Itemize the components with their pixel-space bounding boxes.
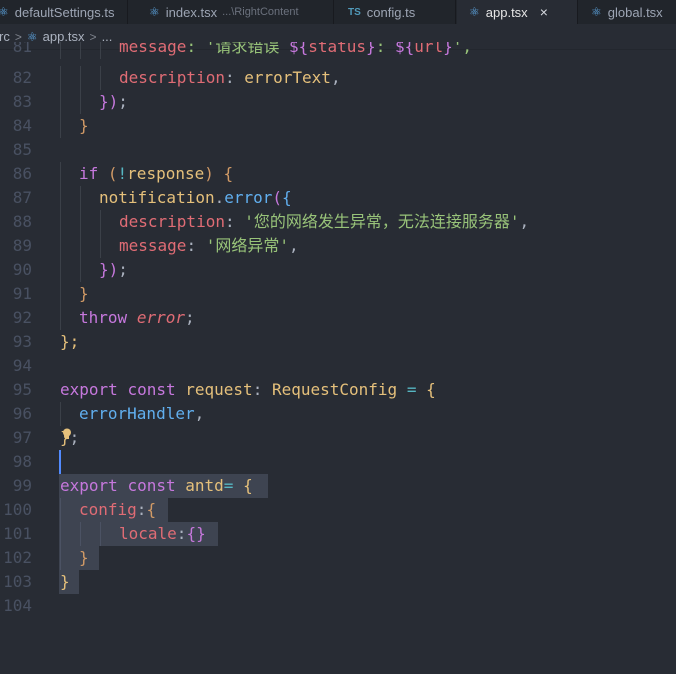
code-text: }: [79, 284, 89, 303]
code-line: 84 }: [0, 114, 676, 138]
code-line: 102 }: [0, 546, 676, 570]
line-number: 94: [12, 356, 32, 375]
code-line: 89 message: '网络异常',: [0, 234, 676, 258]
line-number: 86: [12, 164, 32, 183]
code-line: 93 };: [0, 330, 676, 354]
code-line: 87 notification.error({: [0, 186, 676, 210]
code-line: 97 };: [0, 426, 676, 450]
code-text: }: [79, 548, 89, 567]
code-line: 94: [0, 354, 676, 378]
code-line: 103 }: [0, 570, 676, 594]
text-cursor: [59, 450, 61, 474]
line-number: 96: [12, 404, 32, 423]
tab-label: config.ts: [366, 4, 416, 20]
code-text: locale:{}: [119, 524, 206, 543]
code-line: 101 locale:{}: [0, 522, 676, 546]
code-text: description: '您的网络发生异常，无法连接服务器',: [119, 212, 530, 231]
code-text: }: [79, 116, 89, 135]
code-line: 96 errorHandler,: [0, 402, 676, 426]
code-text: }: [60, 572, 70, 591]
line-number: 103: [3, 572, 32, 591]
code-text: description: errorText,: [119, 68, 341, 87]
code-line: 81 message: '请求错误 ${status}: ${url}',: [0, 42, 676, 59]
code-line: 83 });: [0, 90, 676, 114]
tab-index[interactable]: ⚛ index.tsx ...\RightContent: [139, 0, 334, 24]
code-line: 90 });: [0, 258, 676, 282]
code-text: config:{: [79, 500, 157, 519]
code-text: export const antd= {: [60, 476, 253, 495]
code-text: });: [99, 260, 128, 279]
code-text: if (!response) {: [79, 164, 234, 183]
tab-label: index.tsx: [165, 4, 218, 20]
line-number: 93: [12, 332, 32, 351]
tab-global[interactable]: ⚛ global.tsx: [579, 0, 676, 24]
code-text: notification.error({: [99, 188, 292, 207]
code-text: export const request: RequestConfig = {: [60, 380, 436, 399]
lightbulb-icon[interactable]: [62, 428, 72, 440]
tab-description: ...\RightContent: [222, 6, 299, 18]
code-line: 88 description: '您的网络发生异常，无法连接服务器',: [0, 210, 676, 234]
line-number: 97: [12, 428, 32, 447]
line-number: 85: [12, 140, 32, 159]
tab-config[interactable]: TS config.ts: [336, 0, 456, 24]
line-number: 87: [12, 188, 32, 207]
line-number: 101: [3, 524, 32, 543]
code-line: 104: [0, 594, 676, 618]
code-editor[interactable]: 81 message: '请求错误 ${status}: ${url}', 82…: [0, 42, 676, 674]
code-line: 92 throw error;: [0, 306, 676, 330]
line-number: 102: [3, 548, 32, 567]
code-text: message: '请求错误 ${status}: ${url}',: [119, 42, 473, 56]
tab-default-settings[interactable]: ⚛ defaultSettings.ts: [0, 0, 128, 24]
code-text: });: [99, 92, 128, 111]
code-text: message: '网络异常',: [119, 236, 299, 255]
tab-label: app.tsx: [485, 4, 528, 20]
line-number: 88: [12, 212, 32, 231]
line-number: 95: [12, 380, 32, 399]
line-number: 84: [12, 116, 32, 135]
react-icon: ⚛: [0, 5, 9, 19]
line-number: 98: [12, 452, 32, 471]
react-icon: ⚛: [591, 5, 602, 19]
code-text: throw error;: [79, 308, 195, 327]
line-number: 89: [12, 236, 32, 255]
line-number: 82: [12, 68, 32, 87]
code-line: 82 description: errorText,: [0, 66, 676, 90]
ts-icon: TS: [348, 6, 361, 18]
editor-tab-bar: ⚛ defaultSettings.ts ⚛ index.tsx ...\Rig…: [0, 0, 676, 24]
line-number: 100: [3, 500, 32, 519]
line-number: 83: [12, 92, 32, 111]
code-line: 95 export const request: RequestConfig =…: [0, 378, 676, 402]
line-number: 91: [12, 284, 32, 303]
tab-label: defaultSettings.ts: [14, 4, 115, 20]
line-number: 81: [12, 42, 32, 56]
code-line: 98: [0, 450, 676, 474]
line-number: 99: [12, 476, 32, 495]
code-line: 91 }: [0, 282, 676, 306]
close-icon[interactable]: ×: [540, 4, 548, 20]
line-number: 90: [12, 260, 32, 279]
tab-label: global.tsx: [607, 4, 663, 20]
code-text: };: [60, 332, 80, 351]
code-line: 99 export const antd= {: [0, 474, 676, 498]
code-line: 100 config:{: [0, 498, 676, 522]
line-number: 92: [12, 308, 32, 327]
code-line: 85: [0, 138, 676, 162]
code-text: errorHandler,: [79, 404, 205, 423]
react-icon: ⚛: [149, 5, 160, 19]
code-line: 86 if (!response) {: [0, 162, 676, 186]
tab-app[interactable]: ⚛ app.tsx ×: [457, 0, 578, 24]
line-number: 104: [3, 596, 32, 615]
react-icon: ⚛: [469, 5, 480, 19]
